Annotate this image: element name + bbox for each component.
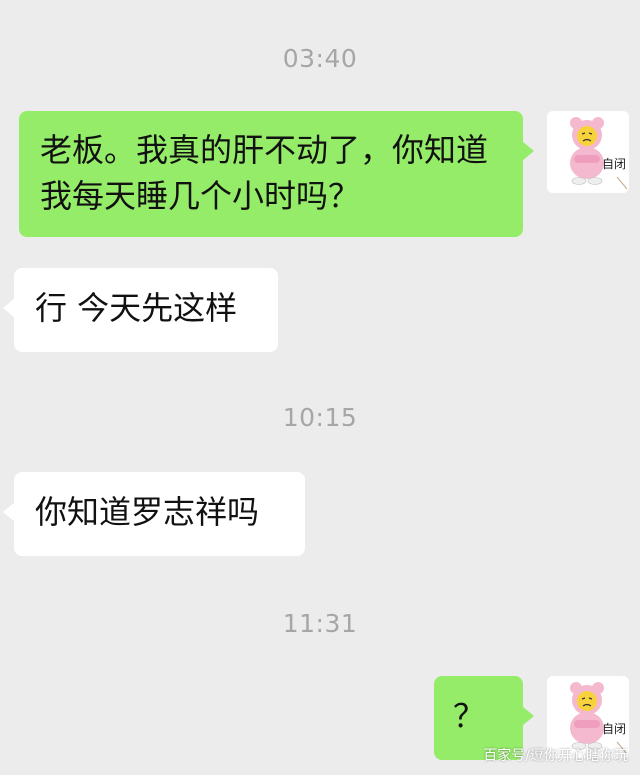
received-message-bubble[interactable]: 行 今天先这样: [3, 268, 278, 352]
avatar-sticker-icon: [570, 117, 628, 190]
timestamp: 03:40: [282, 44, 358, 73]
avatar[interactable]: 自闭: [547, 111, 629, 193]
watermark: 百家号/逗你开心瞎你玩: [483, 748, 628, 764]
timestamp: 10:15: [282, 403, 358, 432]
sent-message-bubble[interactable]: 老板。我真的肝不动了，你知道我每天睡几个小时吗？: [19, 111, 534, 237]
timestamp: 11:31: [282, 609, 358, 638]
received-message-bubble[interactable]: 你知道罗志祥吗: [3, 472, 305, 556]
message-text: 你知道罗志祥吗: [35, 493, 260, 531]
message-text: 行 今天先这样: [35, 289, 238, 327]
avatar-label: 自闭: [601, 157, 626, 171]
avatar-label: 自闭: [601, 722, 626, 736]
message-text: 老板。我真的肝不动了，你知道我每天睡几个小时吗？: [40, 131, 489, 215]
message-text: ？: [453, 697, 486, 735]
